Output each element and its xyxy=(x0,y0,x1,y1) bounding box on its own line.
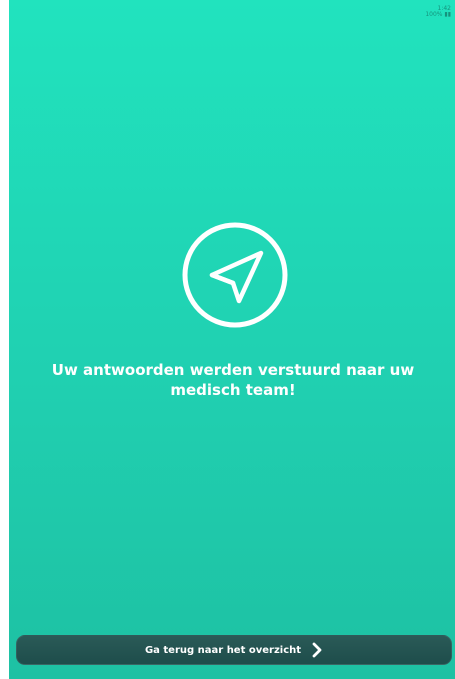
status-bar: 1:42 100% ▮▮ xyxy=(425,6,451,18)
back-to-overview-button[interactable]: Ga terug naar het overzicht xyxy=(16,635,452,665)
chevron-right-icon xyxy=(312,642,322,658)
back-to-overview-label: Ga terug naar het overzicht xyxy=(144,644,302,656)
confirmation-message: Uw antwoorden werden verstuurd naar uw m… xyxy=(51,361,415,399)
status-battery: 100% ▮▮ xyxy=(425,11,451,18)
app-screen: 1:42 100% ▮▮ Uw antwoorden werden verstu… xyxy=(9,0,455,679)
paper-plane-icon xyxy=(182,222,288,328)
sent-confirmation-icon xyxy=(181,221,289,329)
